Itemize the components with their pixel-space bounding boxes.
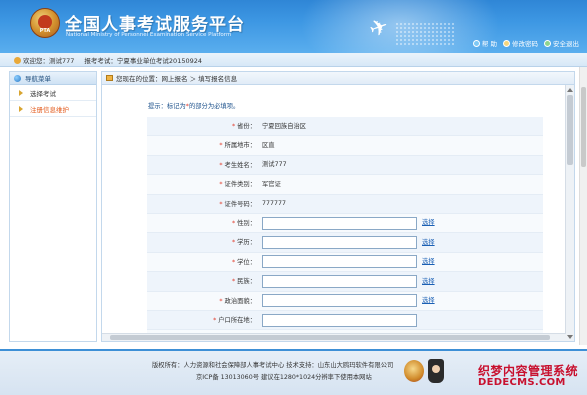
field-label: * 所属地市： xyxy=(219,142,256,150)
copyright-text: 版权所有：人力资源和社会保障部人事考试中心 技术支持：山东山大鸥玛软件有限公司 xyxy=(152,362,394,369)
welcome-text: 欢迎您：测试777 xyxy=(14,55,74,65)
degree-input[interactable] xyxy=(262,255,417,269)
main-content: 您现在的位置：网上报名 ＞ 填写报名信息 提示：标记为*的部分为必填项。 * 省份… xyxy=(101,71,575,342)
site-subtitle: National Ministry of Personnel Examinati… xyxy=(66,32,232,38)
field-label: * 证件类别： xyxy=(219,181,256,189)
logout-label: 安全退出 xyxy=(553,40,579,48)
sidebar-item-label: 选择考试 xyxy=(30,89,56,98)
globe-icon xyxy=(14,75,21,82)
form-row-name: * 考生姓名： 测试777 xyxy=(147,155,543,176)
scroll-thumb[interactable] xyxy=(567,95,573,165)
police-face-icon xyxy=(432,365,440,373)
education-select-link[interactable]: 选择 xyxy=(422,233,435,252)
field-label: * 学位： xyxy=(231,258,256,266)
arrow-icon xyxy=(19,106,23,112)
password-icon xyxy=(503,39,510,47)
field-value: 军官证 xyxy=(262,180,281,188)
user-icon xyxy=(14,57,21,64)
field-label: * 政治面貌： xyxy=(219,297,256,305)
sidebar-item-registration-info[interactable]: 注册信息维护 xyxy=(10,101,96,117)
help-link[interactable]: 帮 助 xyxy=(472,38,497,48)
household-input[interactable] xyxy=(262,313,417,327)
field-label: * 省份： xyxy=(231,123,256,130)
scroll-thumb[interactable] xyxy=(581,87,586,167)
logo-emblem xyxy=(38,15,52,29)
police-badge-icon[interactable] xyxy=(428,359,444,383)
ethnicity-select-link[interactable]: 选择 xyxy=(422,272,435,291)
sidebar-item-select-exam[interactable]: 选择考试 xyxy=(10,85,96,101)
political-status-select-link[interactable]: 选择 xyxy=(422,291,435,310)
field-value: 777777 xyxy=(262,200,287,208)
registration-form: * 省份： 宁夏回族自治区 * 所属地市： 区直 * 考生姓名： 测试777 * 证件类… xyxy=(147,117,543,341)
breadcrumb-text: 您现在的位置：网上报名 ＞ 填写报名信息 xyxy=(116,75,238,83)
logout-icon xyxy=(544,39,551,47)
field-value: 宁夏回族自治区 xyxy=(262,122,307,130)
scroll-down-icon[interactable] xyxy=(567,335,573,339)
form-row-province: * 省份： 宁夏回族自治区 xyxy=(147,117,543,137)
logo-text: PTA xyxy=(39,28,51,34)
sidebar-title: 导航菜单 xyxy=(25,75,51,83)
header-links: 帮 助 修改密码 安全退出 xyxy=(472,38,579,48)
form-row-degree: * 学位： 选择 xyxy=(147,252,543,273)
field-label: * 证件号码： xyxy=(219,200,256,208)
field-label: * 考生姓名： xyxy=(219,161,256,169)
arrow-icon xyxy=(19,90,23,96)
form-row-household: * 户口所在地： xyxy=(147,310,543,331)
home-icon xyxy=(106,75,113,81)
form-row-political-status: * 政治面貌： 选择 xyxy=(147,291,543,311)
change-password-label: 修改密码 xyxy=(512,40,538,48)
scroll-up-icon[interactable] xyxy=(567,88,573,92)
form-row-gender: * 性别： 选择 xyxy=(147,213,543,234)
icp-text: 京ICP备 13013060号 建议在1280*1024分辨率下使用本网站 xyxy=(196,374,372,381)
exam-text: 报考考试：宁夏事业单位考试20150924 xyxy=(84,56,203,65)
header-banner: PTA 全国人事考试服务平台 National Ministry of Pers… xyxy=(0,0,587,53)
logout-link[interactable]: 安全退出 xyxy=(544,38,579,48)
help-label: 帮 助 xyxy=(481,40,497,48)
form-row-id-type: * 证件类别： 军官证 xyxy=(147,175,543,195)
degree-select-link[interactable]: 选择 xyxy=(422,252,435,271)
form-row-ethnicity: * 民族： 选择 xyxy=(147,272,543,292)
sidebar: 导航菜单 选择考试 注册信息维护 xyxy=(9,71,97,342)
content-vertical-scrollbar[interactable] xyxy=(565,85,574,341)
form-row-city: * 所属地市： 区直 xyxy=(147,136,543,156)
form-row-id-number: * 证件号码： 777777 xyxy=(147,194,543,214)
breadcrumb: 您现在的位置：网上报名 ＞ 填写报名信息 xyxy=(102,72,574,85)
ethnicity-input[interactable] xyxy=(262,274,417,288)
pta-logo: PTA xyxy=(30,8,60,38)
required-tip: 提示：标记为*的部分为必填项。 xyxy=(148,103,240,110)
decorative-dots xyxy=(395,22,455,47)
form-row-education: * 学历： 选择 xyxy=(147,233,543,253)
field-value: 区直 xyxy=(262,141,275,149)
user-info-bar: 欢迎您：测试777 报考考试：宁夏事业单位考试20150924 xyxy=(0,53,587,67)
help-icon xyxy=(472,39,480,47)
scroll-thumb[interactable] xyxy=(110,335,550,340)
watermark-url: DEDECMS.COM xyxy=(478,377,566,388)
page-scrollbar[interactable] xyxy=(579,67,587,345)
political-status-input[interactable] xyxy=(262,294,417,308)
change-password-link[interactable]: 修改密码 xyxy=(503,38,538,48)
field-label: * 户口所在地： xyxy=(213,316,256,324)
field-label: * 性别： xyxy=(231,219,256,227)
field-label: * 民族： xyxy=(231,278,256,286)
sidebar-item-label: 注册信息维护 xyxy=(30,105,69,114)
gender-input[interactable] xyxy=(262,216,417,230)
content-horizontal-scrollbar[interactable] xyxy=(102,333,566,341)
gender-select-link[interactable]: 选择 xyxy=(422,213,435,232)
national-emblem-icon[interactable] xyxy=(404,360,424,382)
field-value: 测试777 xyxy=(262,161,287,169)
education-input[interactable] xyxy=(262,236,417,250)
field-label: * 学历： xyxy=(231,239,256,247)
sidebar-header: 导航菜单 xyxy=(10,72,96,85)
